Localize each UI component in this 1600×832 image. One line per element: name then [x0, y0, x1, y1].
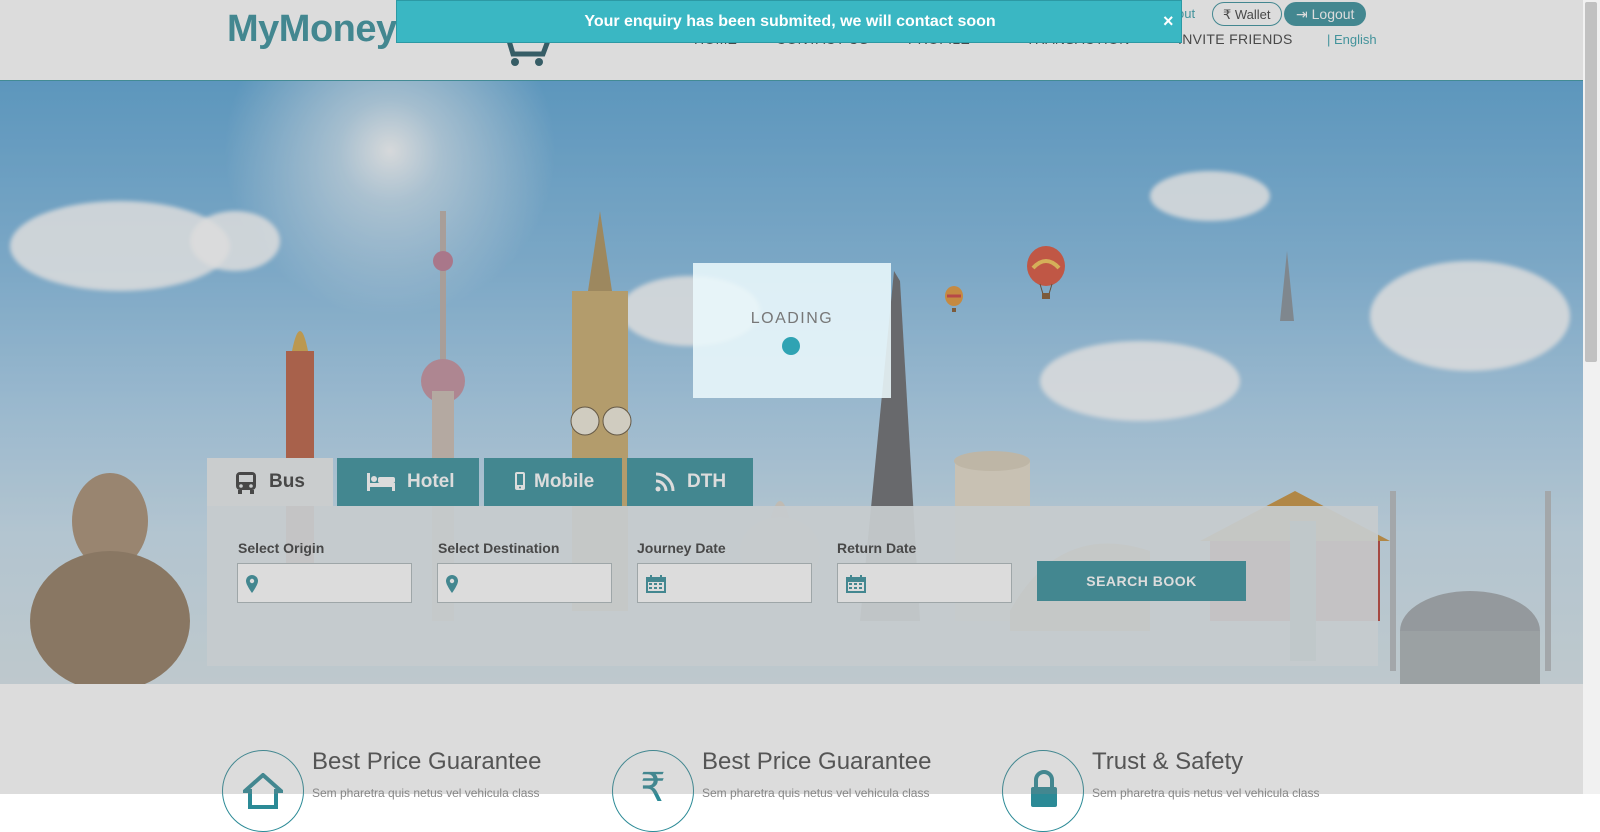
loading-label: LOADING — [750, 310, 834, 327]
loading-indicator: LOADING — [693, 263, 891, 398]
close-icon[interactable]: × — [1163, 11, 1174, 32]
success-toast: Your enquiry has been submited, we will … — [396, 0, 1182, 43]
scrollbar-thumb[interactable] — [1585, 2, 1597, 362]
loading-spinner-icon — [782, 337, 800, 355]
page-scrollbar[interactable] — [1583, 0, 1600, 794]
toast-message: Your enquiry has been submited, we will … — [584, 13, 996, 30]
